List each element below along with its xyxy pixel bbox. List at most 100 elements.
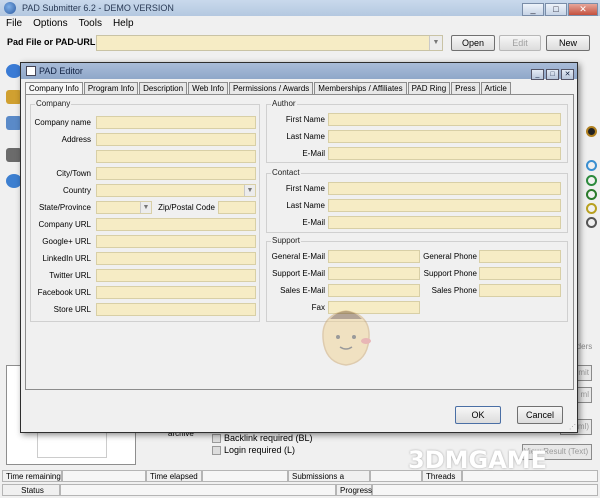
- author-email-label: E-Mail: [302, 149, 325, 158]
- author-first-name-label: First Name: [285, 115, 325, 124]
- tab-memberships-affiliates[interactable]: Memberships / Affiliates: [314, 82, 407, 94]
- chevron-down-icon[interactable]: ▼: [140, 202, 151, 213]
- linkedin-url-field[interactable]: [96, 252, 256, 265]
- zip-field[interactable]: [218, 201, 256, 214]
- login-legend: Login required (L): [212, 445, 295, 456]
- tab-program-info[interactable]: Program Info: [83, 82, 139, 94]
- sales-phone-label: Sales Phone: [431, 286, 477, 295]
- menu-tools[interactable]: Tools: [73, 16, 107, 32]
- company-group: Company Company name Address City/Town C…: [30, 99, 260, 322]
- time-elapsed-label: Time elapsed: [146, 470, 202, 482]
- store-url-field[interactable]: [96, 303, 256, 316]
- contact-email-field[interactable]: [328, 216, 561, 229]
- dialog-maximize-button[interactable]: □: [546, 69, 559, 80]
- address-line1-field[interactable]: [96, 133, 256, 146]
- author-email-field[interactable]: [328, 147, 561, 160]
- twitter-url-field[interactable]: [96, 269, 256, 282]
- contact-first-name-field[interactable]: [328, 182, 561, 195]
- pad-editor-dialog: PAD Editor _ □ ✕ Company Info Program Info D…: [20, 62, 578, 433]
- general-email-label: General E-Mail: [271, 252, 325, 261]
- time-remaining-value: [62, 470, 146, 482]
- author-last-name-label: Last Name: [286, 132, 325, 141]
- support-group-title: Support: [271, 236, 302, 245]
- company-name-label: Company name: [34, 118, 91, 127]
- company-url-label: Company URL: [38, 220, 91, 229]
- company-name-field[interactable]: [96, 116, 256, 129]
- state-select[interactable]: ▼: [96, 201, 152, 214]
- pad-url-combo[interactable]: ▼: [96, 35, 443, 51]
- status-value: [60, 484, 336, 496]
- store-url-label: Store URL: [53, 305, 91, 314]
- main-window-title: PAD Submitter 6.2 - DEMO VERSION: [22, 3, 174, 13]
- minimize-button[interactable]: _: [522, 3, 544, 16]
- status-dot-yellow-icon: [586, 203, 597, 214]
- city-label: City/Town: [56, 169, 91, 178]
- pad-url-row: Pad File or PAD-URL ▼ Open Edit New: [0, 33, 600, 53]
- support-phone-field[interactable]: [479, 267, 561, 280]
- tab-article[interactable]: Article: [480, 82, 511, 94]
- cancel-button[interactable]: Cancel: [517, 406, 563, 424]
- tab-description[interactable]: Description: [139, 82, 188, 94]
- dialog-title: PAD Editor: [39, 66, 83, 76]
- address-line2-field[interactable]: [96, 150, 256, 163]
- contact-group-title: Contact: [271, 168, 301, 177]
- time-remaining-label: Time remaining: [2, 470, 62, 482]
- dialog-title-bar: PAD Editor _ □ ✕: [21, 63, 577, 80]
- dialog-close-button[interactable]: ✕: [561, 69, 574, 80]
- chevron-down-icon[interactable]: ▼: [429, 36, 442, 50]
- menu-options[interactable]: Options: [27, 16, 72, 32]
- support-group: Support General E-Mail General Phone Sup…: [266, 236, 568, 322]
- contact-first-name-label: First Name: [285, 184, 325, 193]
- edit-button[interactable]: Edit: [499, 35, 541, 51]
- support-email-label: Support E-Mail: [272, 269, 325, 278]
- sales-phone-field[interactable]: [479, 284, 561, 297]
- status-dot-green2-icon: [586, 189, 597, 200]
- author-last-name-field[interactable]: [328, 130, 561, 143]
- left-toolbar: [0, 54, 22, 354]
- new-button[interactable]: New: [546, 35, 590, 51]
- contact-email-label: E-Mail: [302, 218, 325, 227]
- watermark-text: 3DMGAME: [408, 446, 548, 474]
- address-label: Address: [61, 135, 91, 144]
- backlink-legend: Backlink required (BL): [212, 433, 313, 444]
- city-field[interactable]: [96, 167, 256, 180]
- status-label: Status: [2, 484, 60, 496]
- tab-pad-ring[interactable]: PAD Ring: [407, 82, 451, 94]
- mascot-watermark-icon: [322, 310, 371, 366]
- contact-last-name-field[interactable]: [328, 199, 561, 212]
- backlink-swatch: [212, 434, 221, 444]
- author-group: Author First Name Last Name E-Mail: [266, 99, 568, 163]
- tab-company-info[interactable]: Company Info: [25, 82, 83, 94]
- google-url-label: Google+ URL: [42, 237, 91, 246]
- general-email-field[interactable]: [328, 250, 420, 263]
- open-button[interactable]: Open: [451, 35, 495, 51]
- facebook-url-field[interactable]: [96, 286, 256, 299]
- tab-permissions-awards[interactable]: Permissions / Awards: [228, 82, 314, 94]
- tab-press[interactable]: Press: [451, 82, 480, 94]
- close-button[interactable]: ✕: [568, 3, 598, 16]
- resize-grip-icon[interactable]: ⋰: [569, 423, 576, 431]
- dialog-minimize-button[interactable]: _: [531, 69, 544, 80]
- status-dot-icon: [586, 126, 597, 137]
- support-email-field[interactable]: [328, 267, 420, 280]
- country-select[interactable]: ▼: [96, 184, 256, 197]
- menu-help[interactable]: Help: [107, 16, 139, 32]
- status-dot-green-icon: [586, 175, 597, 186]
- ok-button[interactable]: OK: [455, 406, 501, 424]
- author-group-title: Author: [271, 99, 297, 108]
- chevron-down-icon[interactable]: ▼: [244, 185, 255, 196]
- app-icon: [4, 2, 16, 14]
- company-url-field[interactable]: [96, 218, 256, 231]
- company-group-title: Company: [35, 99, 72, 108]
- general-phone-field[interactable]: [479, 250, 561, 263]
- menu-file[interactable]: File: [0, 16, 27, 32]
- maximize-button[interactable]: □: [545, 3, 567, 16]
- tab-web-info[interactable]: Web Info: [188, 82, 228, 94]
- sales-email-label: Sales E-Mail: [280, 286, 325, 295]
- google-url-field[interactable]: [96, 235, 256, 248]
- main-window-title-bar: PAD Submitter 6.2 - DEMO VERSION _ □ ✕: [0, 0, 600, 16]
- author-first-name-field[interactable]: [328, 113, 561, 126]
- twitter-url-label: Twitter URL: [49, 271, 91, 280]
- dialog-icon: [26, 66, 36, 76]
- sales-email-field[interactable]: [328, 284, 420, 297]
